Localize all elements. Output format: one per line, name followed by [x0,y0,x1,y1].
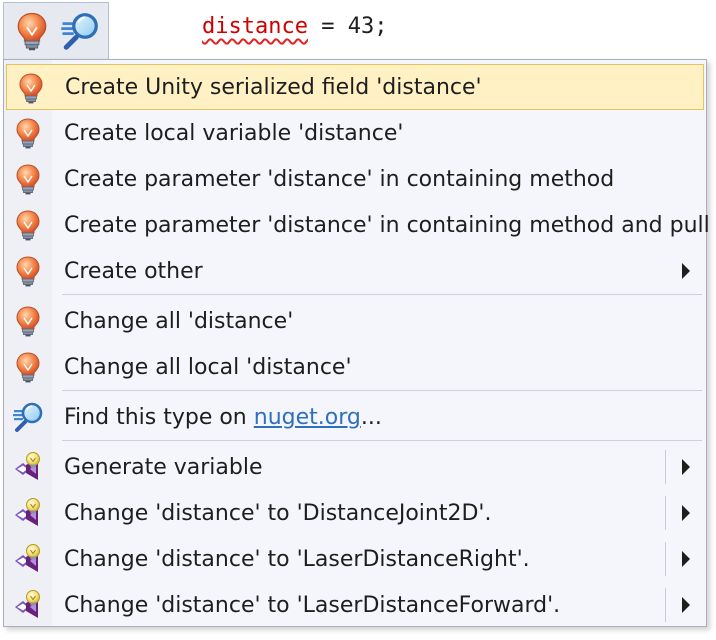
menu-item-label: Create parameter 'distance' in containin… [64,213,710,238]
submenu-arrow-icon [682,263,690,279]
menu-item-label: Generate variable [64,455,263,480]
menu-item-label: Change 'distance' to 'LaserDistanceForwa… [64,593,561,618]
submenu-divider [665,496,666,530]
menu-item-find-nuget[interactable]: Find this type on nuget.org... [4,394,706,440]
menu-item-create-local-variable[interactable]: Create local variable 'distance' [4,110,706,156]
menu-item-create-parameter-pull[interactable]: Create parameter 'distance' in containin… [4,202,710,248]
magnifier-icon [12,401,44,433]
menu-separator [62,390,702,391]
menu-item-change-all-local[interactable]: Change all local 'distance' [4,344,706,390]
lightbulb-icon [12,351,44,383]
visual-studio-bulb-icon [12,543,44,575]
menu-item-label: Change 'distance' to 'DistanceJoint2D'. [64,501,492,526]
menu-item-label: Create Unity serialized field 'distance' [65,75,482,100]
menu-item-label: Change all local 'distance' [64,355,352,380]
lightbulb-icon [12,117,44,149]
lightbulb-icon [12,209,44,241]
magnifier-icon[interactable] [60,11,100,51]
lightbulb-icon [15,72,47,104]
visual-studio-bulb-icon [12,451,44,483]
menu-item-label: Create local variable 'distance' [64,121,404,146]
quick-actions-strip [3,2,109,60]
menu-item-change-to-laserdistanceright[interactable]: Change 'distance' to 'LaserDistanceRight… [4,536,706,582]
label-suffix: ... [360,405,382,430]
code-assignment: = 43; [307,14,388,39]
lightbulb-icon[interactable] [12,11,52,51]
submenu-divider [665,450,666,484]
lightbulb-icon [12,255,44,287]
menu-item-label: Create other [64,259,203,284]
lightbulb-icon [12,163,44,195]
menu-item-label: Change all 'distance' [64,309,294,334]
submenu-divider [665,542,666,576]
visual-studio-bulb-icon [12,497,44,529]
lightbulb-icon [12,305,44,337]
menu-item-change-to-laserdistanceforward[interactable]: Change 'distance' to 'LaserDistanceForwa… [4,582,706,628]
menu-item-label: Change 'distance' to 'LaserDistanceRight… [64,547,530,572]
visual-studio-bulb-icon [12,589,44,621]
menu-item-label: Find this type on nuget.org... [64,405,382,430]
menu-separator [62,440,702,441]
menu-separator [62,294,702,295]
menu-item-generate-variable[interactable]: Generate variable [4,444,706,490]
menu-item-label: Create parameter 'distance' in containin… [64,167,615,192]
menu-item-create-other[interactable]: Create other [4,248,706,294]
menu-item-change-to-distancejoint2d[interactable]: Change 'distance' to 'DistanceJoint2D'. [4,490,706,536]
menu-item-change-all[interactable]: Change all 'distance' [4,298,706,344]
quick-actions-menu: Create Unity serialized field 'distance'… [3,59,710,628]
code-line[interactable]: distance = 43; [202,14,387,39]
submenu-arrow-icon[interactable] [682,551,690,567]
submenu-arrow-icon[interactable] [682,505,690,521]
submenu-arrow-icon[interactable] [682,459,690,475]
label-prefix: Find this type on [64,405,254,430]
submenu-divider [665,588,666,622]
nuget-link[interactable]: nuget.org [254,405,361,430]
submenu-arrow-icon[interactable] [682,597,690,613]
error-identifier[interactable]: distance [202,14,308,39]
menu-item-create-unity-field[interactable]: Create Unity serialized field 'distance' [6,64,704,110]
menu-item-create-parameter[interactable]: Create parameter 'distance' in containin… [4,156,706,202]
